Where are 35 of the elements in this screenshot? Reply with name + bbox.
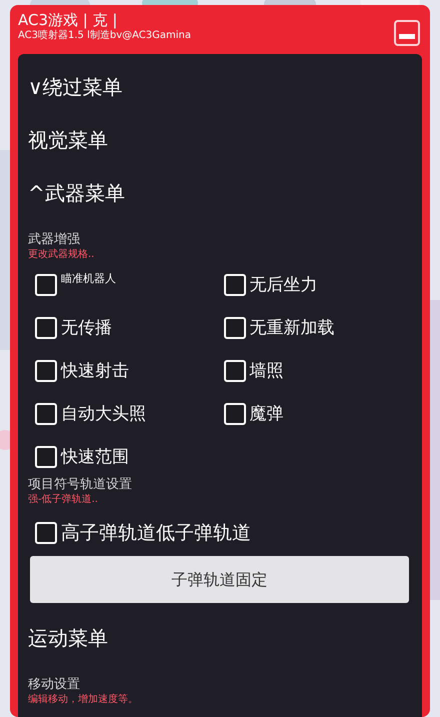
checkbox[interactable] [35,274,57,296]
section-heading[interactable]: ∨绕过菜单 [28,72,412,125]
section-heading[interactable]: 视觉菜单 [28,125,412,178]
checkbox[interactable] [35,446,57,468]
minimize-icon [399,34,415,39]
checkbox-label: 快速射击 [61,360,129,382]
checkbox-label: 瞄准机器人 [61,271,116,287]
checkbox[interactable] [35,403,57,425]
checkbox-label: 墙照 [250,360,284,382]
setting-title: 武器增强 [28,231,80,248]
minimize-button[interactable] [394,20,420,46]
checkbox-label: 魔弹 [250,403,284,425]
action-button[interactable]: 子弹轨道固定 [30,556,409,603]
setting-title: 项目符号轨道设置 [28,476,132,493]
section-heading[interactable]: ^武器菜单 [28,178,412,231]
checkbox[interactable] [224,274,246,296]
checkbox[interactable] [224,317,246,339]
window-subtitle: AC3喷射器1.5 l制造bv@AC3Gamina [18,29,192,43]
checkbox-label: 无传播 [61,317,112,339]
checkbox[interactable] [224,403,246,425]
checkbox[interactable] [224,360,246,382]
section-heading[interactable]: 运动菜单 [28,623,412,676]
setting-hint: 编辑移动，增加速度等。 [28,693,138,707]
checkbox-label: 快速范围 [61,446,129,468]
checkbox[interactable] [35,522,57,544]
checkbox-label: 自动大头照 [61,403,146,425]
setting-hint: 更改武器规格.. [28,248,94,262]
checkbox[interactable] [35,317,57,339]
setting-hint: 强-低子弹轨道.. [28,493,98,507]
checkbox-label: 高子弹轨道低子弹轨道 [61,522,251,544]
checkbox-label: 无后坐力 [250,274,318,296]
window-title: AC3游戏 | 克 | [18,11,118,29]
setting-title: 移动设置 [28,676,80,693]
checkbox[interactable] [35,360,57,382]
checkbox-label: 无重新加载 [250,317,334,339]
